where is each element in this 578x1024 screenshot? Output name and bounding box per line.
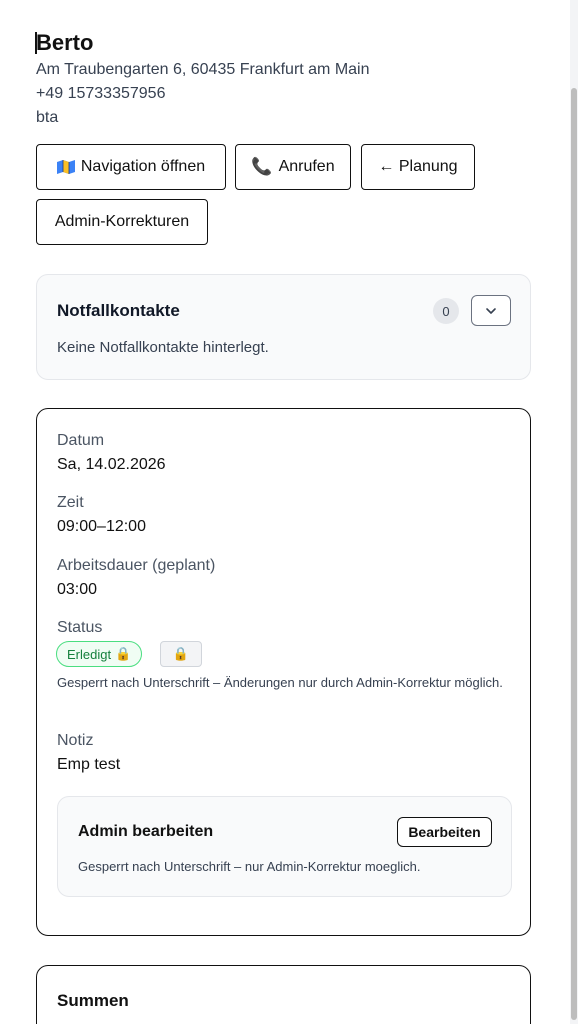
call-button[interactable]: 📞 Anrufen [235,144,351,190]
back-to-planning-label: ← Planung [378,158,458,175]
open-navigation-button[interactable]: Navigation öffnen [36,144,226,190]
customer-name: Berto [36,30,94,55]
date-value: Sa, 14.02.2026 [57,456,166,473]
emergency-contacts-toggle[interactable] [471,295,511,326]
lock-icon: 🔒 [115,646,132,661]
emergency-contacts-card: Notfallkontakte 0 Keine Notfallkontakte … [36,274,531,380]
admin-corrections-label: Admin-Korrekturen [54,213,190,230]
lock-icon: 🔒 [172,646,190,661]
status-badge: Erledigt 🔒 [56,641,143,667]
edit-button[interactable]: Bearbeiten [397,817,492,847]
chevron-down-icon [485,303,497,318]
note-label: Notiz [57,732,94,749]
note-value: Emp test [57,756,121,773]
scrollbar-thumb[interactable] [571,88,577,1020]
time-value: 09:00–12:00 [57,518,146,535]
appointment-details-card: Datum Sa, 14.02.2026 Zeit 09:00–12:00 Ar… [36,408,531,936]
scrollbar-track[interactable] [570,0,578,1024]
open-navigation-label: Navigation öffnen [80,158,206,175]
admin-edit-title: Admin bearbeiten [78,823,214,840]
emergency-contacts-empty-text: Keine Notfallkontakte hinterlegt. [57,339,269,356]
lock-button[interactable]: 🔒 [160,641,202,667]
emergency-contacts-title: Notfallkontakte [57,301,180,320]
customer-phone: +49 15733357956 [36,85,166,102]
duration-label: Arbeitsdauer (geplant) [57,557,216,574]
admin-edit-panel: Admin bearbeiten Bearbeiten Gesperrt nac… [57,796,512,897]
status-label: Status [57,619,103,636]
lock-note: Gesperrt nach Unterschrift – Änderungen … [57,675,503,690]
back-to-planning-button[interactable]: ← Planung [361,144,475,190]
customer-address: Am Traubengarten 6, 60435 Frankfurt am M… [36,61,370,78]
emergency-contacts-count-badge: 0 [433,298,459,324]
map-icon [56,160,75,174]
summary-title: Summen [57,991,129,1010]
call-label: Anrufen [278,158,335,175]
duration-value: 03:00 [57,581,98,598]
status-badge-text: Erledigt [67,646,112,662]
date-label: Datum [57,432,105,449]
customer-code: bta [36,109,59,126]
admin-edit-note: Gesperrt nach Unterschrift – nur Admin-K… [78,859,421,874]
time-label: Zeit [57,494,84,511]
phone-icon: 📞 [251,157,273,176]
summary-card: Summen [36,965,531,1024]
admin-corrections-button[interactable]: Admin-Korrekturen [36,199,208,245]
